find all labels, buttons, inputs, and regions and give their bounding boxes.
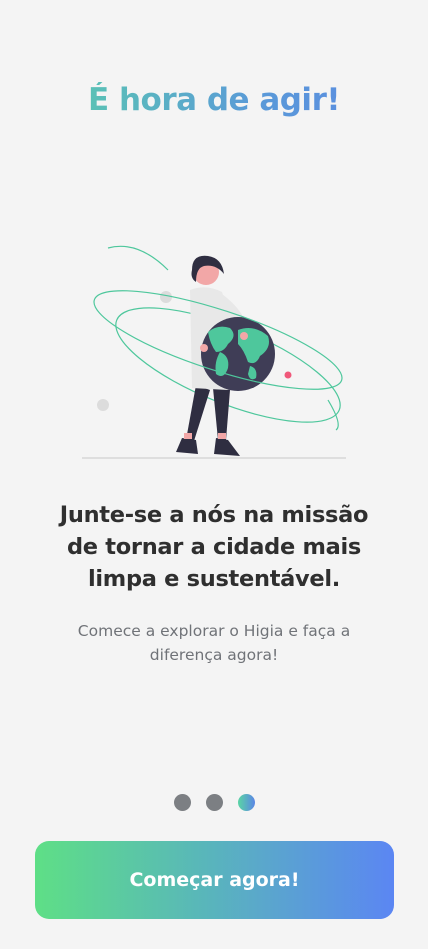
ankle-left: [184, 433, 192, 439]
page-dot-2[interactable]: [205, 794, 223, 811]
hand: [200, 344, 208, 352]
woman-holding-globe-illustration: [78, 240, 368, 465]
shoe-left: [176, 438, 198, 454]
hand: [240, 332, 248, 340]
onboarding-screen: É hora de agir! Junte-se a nós na missão…: [0, 0, 428, 949]
subtitle-line: Comece a explorar o Higia e faça a: [77, 622, 351, 640]
illustration-svg: [82, 245, 346, 459]
decor-circle: [160, 291, 172, 303]
leg-left: [186, 385, 210, 441]
mission-statement: Junte-se a nós na missão de tornar a cid…: [30, 499, 398, 595]
start-now-button[interactable]: Começar agora!: [35, 841, 394, 919]
page-indicator: [0, 794, 428, 811]
page-title: É hora de agir!: [0, 82, 428, 118]
orbit-arc: [107, 245, 169, 271]
mission-line: limpa e sustentável.: [87, 566, 341, 592]
leg-right: [213, 388, 230, 440]
page-dot-1[interactable]: [173, 794, 191, 811]
decor-circle: [97, 399, 109, 411]
mission-line: de tornar a cidade mais: [66, 534, 362, 560]
page-dot-3-active[interactable]: [237, 794, 255, 811]
globe: [201, 317, 275, 391]
mission-line: Junte-se a nós na missão: [59, 502, 369, 528]
decor-dot-pink: [284, 371, 292, 379]
onboarding-subtitle: Comece a explorar o Higia e faça a difer…: [60, 619, 368, 667]
shoe-right: [214, 438, 240, 456]
orbit-arc: [327, 399, 339, 431]
ankle-right: [218, 433, 226, 439]
subtitle-line: diferença agora!: [149, 646, 279, 664]
